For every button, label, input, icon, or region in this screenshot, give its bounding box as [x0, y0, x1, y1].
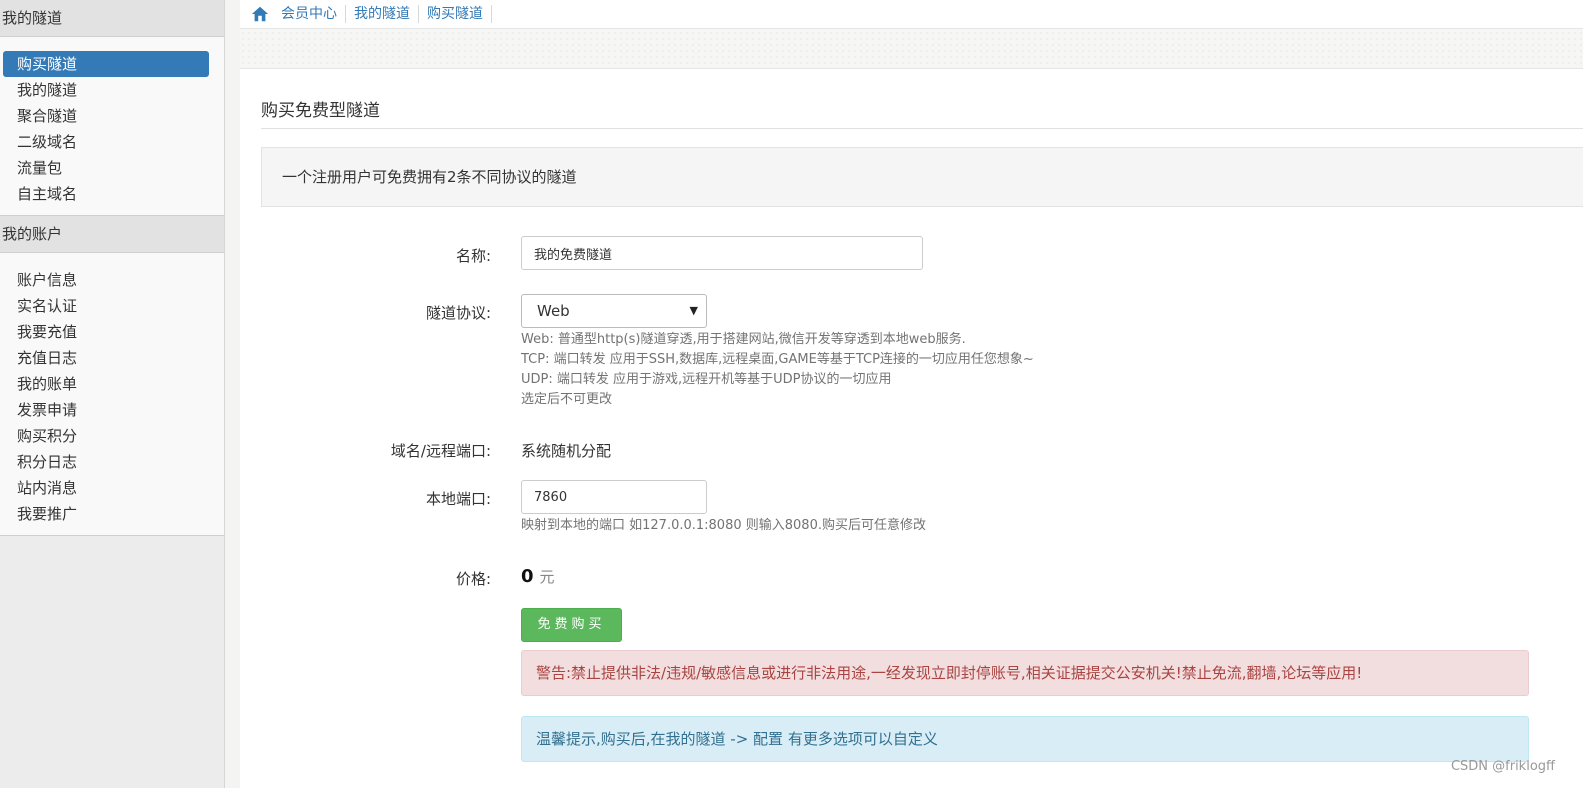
sidebar-item-real-name-auth[interactable]: 实名认证 [3, 293, 209, 319]
sidebar-item-recharge-log[interactable]: 充值日志 [3, 345, 209, 371]
sidebar-section-header-tunnels: 我的隧道 [0, 0, 224, 37]
watermark: CSDN @friklogff [1450, 759, 1555, 774]
sidebar-item-subdomain[interactable]: 二级域名 [3, 129, 209, 155]
sidebar-section-header-account: 我的账户 [0, 216, 224, 253]
warning-alert: 警告:禁止提供非法/违规/敏感信息或进行非法用途,一经发现立即封停账号,相关证据… [521, 650, 1529, 696]
protocol-help-web: Web: 普通型http(s)隧道穿透,用于搭建网站,微信开发等穿透到本地web… [521, 332, 966, 347]
local-port-input[interactable] [521, 480, 707, 514]
main-content: 会员中心 我的隧道 购买隧道 购买免费型隧道 一个注册用户可免费拥有2条不同协议… [240, 0, 1583, 788]
breadcrumb: 会员中心 我的隧道 购买隧道 [240, 0, 1583, 29]
sidebar-item-my-bills[interactable]: 我的账单 [3, 371, 209, 397]
sidebar: 我的隧道 购买隧道 我的隧道 聚合隧道 二级域名 流量包 自主域名 我的账户 账… [0, 0, 225, 788]
sidebar-item-invoice[interactable]: 发票申请 [3, 397, 209, 423]
sidebar-item-custom-domain[interactable]: 自主域名 [3, 181, 209, 207]
breadcrumb-buy-tunnel[interactable]: 购买隧道 [419, 5, 492, 23]
sidebar-item-aggregate-tunnels[interactable]: 聚合隧道 [3, 103, 209, 129]
protocol-label: 隧道协议: [425, 304, 491, 322]
sidebar-item-recharge[interactable]: 我要充值 [3, 319, 209, 345]
breadcrumb-member-center[interactable]: 会员中心 [275, 5, 346, 23]
price-unit: 元 [539, 568, 555, 586]
price-label: 价格: [455, 570, 491, 588]
domain-label: 域名/远程端口: [390, 442, 491, 460]
sidebar-tunnels-list: 购买隧道 我的隧道 聚合隧道 二级域名 流量包 自主域名 [0, 37, 224, 216]
sidebar-item-points-log[interactable]: 积分日志 [3, 449, 209, 475]
sidebar-item-buy-tunnel[interactable]: 购买隧道 [3, 51, 209, 77]
page-title: 购买免费型隧道 [261, 96, 1583, 129]
local-port-label: 本地端口: [425, 490, 491, 508]
protocol-help: Web: 普通型http(s)隧道穿透,用于搭建网站,微信开发等穿透到本地web… [521, 330, 1221, 410]
home-icon[interactable] [251, 5, 269, 23]
domain-value: 系统随机分配 [521, 442, 612, 460]
sidebar-item-buy-points[interactable]: 购买积分 [3, 423, 209, 449]
local-port-help: 映射到本地的端口 如127.0.0.1:8080 则输入8080.购买后可任意修… [521, 518, 926, 533]
name-label: 名称: [455, 247, 491, 265]
sidebar-item-my-tunnels[interactable]: 我的隧道 [3, 77, 209, 103]
protocol-select[interactable]: Web ▼ [521, 294, 707, 328]
protocol-help-udp: UDP: 端口转发 应用于游戏,远程开机等基于UDP协议的一切应用 [521, 372, 892, 387]
protocol-selected-value: Web [537, 302, 570, 320]
protocol-help-tcp: TCP: 端口转发 应用于SSH,数据库,远程桌面,GAME等基于TCP连接的一… [521, 352, 1034, 367]
sidebar-item-promote[interactable]: 我要推广 [3, 501, 209, 527]
content-area: 购买免费型隧道 一个注册用户可免费拥有2条不同协议的隧道 名称: 隧道协议: W… [261, 96, 1583, 762]
sidebar-item-traffic-pack[interactable]: 流量包 [3, 155, 209, 181]
free-buy-button[interactable]: 免费购买 [521, 608, 622, 642]
info-alert: 温馨提示,购买后,在我的隧道 -> 配置 有更多选项可以自定义 [521, 716, 1529, 762]
sidebar-item-account-info[interactable]: 账户信息 [3, 267, 209, 293]
chevron-down-icon: ▼ [689, 304, 698, 317]
tunnel-name-input[interactable] [521, 236, 923, 270]
sidebar-item-messages[interactable]: 站内消息 [3, 475, 209, 501]
price-value: 0 [521, 566, 534, 587]
protocol-help-immutable: 选定后不可更改 [521, 392, 613, 407]
sidebar-account-list: 账户信息 实名认证 我要充值 充值日志 我的账单 发票申请 购买积分 积分日志 … [0, 253, 224, 536]
breadcrumb-my-tunnels[interactable]: 我的隧道 [346, 5, 419, 23]
free-tunnel-notice: 一个注册用户可免费拥有2条不同协议的隧道 [261, 147, 1583, 207]
